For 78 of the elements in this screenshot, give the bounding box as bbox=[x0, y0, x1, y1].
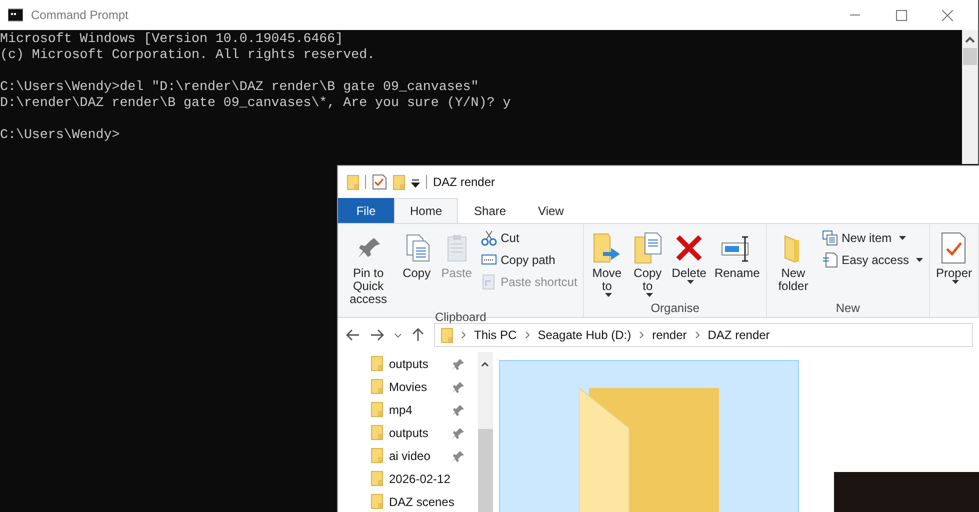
folder-icon bbox=[371, 471, 383, 486]
folder-icon bbox=[371, 494, 383, 509]
caret-icon bbox=[898, 236, 906, 240]
caret-icon bbox=[687, 280, 694, 284]
ribbon-button[interactable]: Pin to Quick access bbox=[341, 227, 396, 308]
caret-icon bbox=[916, 258, 923, 262]
console-line: Microsoft Windows [Version 10.0.19045.6466] bbox=[0, 31, 344, 47]
caret-icon bbox=[952, 280, 959, 284]
back-icon[interactable] bbox=[346, 329, 360, 341]
nav-item[interactable]: DAZ scenes bbox=[338, 490, 478, 512]
breadcrumb-item[interactable]: DAZ render bbox=[708, 326, 770, 344]
scroll-up-icon[interactable] bbox=[964, 36, 976, 44]
shortcut-icon bbox=[480, 274, 497, 290]
ribbon-button[interactable]: Cut bbox=[478, 227, 580, 249]
ribbon-button[interactable]: Easy access bbox=[818, 249, 926, 271]
nav-item[interactable]: outputs bbox=[338, 421, 478, 444]
chevron-icon bbox=[639, 331, 644, 339]
breadcrumb-item[interactable]: Seagate Hub (D:) bbox=[538, 326, 632, 344]
ribbon-button[interactable]: New item bbox=[818, 227, 926, 249]
group-label: Clipboard bbox=[434, 309, 488, 326]
maximize-icon bbox=[896, 10, 906, 20]
scrollbar[interactable] bbox=[962, 30, 978, 164]
dropdown-icon[interactable] bbox=[394, 332, 402, 338]
ribbon-button[interactable]: Copy path bbox=[478, 249, 580, 271]
folder-icon bbox=[371, 425, 383, 440]
ribbon-button[interactable]: Proper bbox=[932, 227, 975, 299]
file-menu-button[interactable]: File bbox=[338, 198, 394, 223]
console-line: D:\render\DAZ render\B gate 09_canvases\*, Are you sure (Y/N)? y bbox=[0, 95, 511, 111]
folder-icon bbox=[441, 328, 453, 342]
checklist-icon[interactable] bbox=[372, 174, 387, 190]
window-title: DAZ render bbox=[433, 174, 496, 191]
console-line: (c) Microsoft Corporation. All rights reserved. bbox=[0, 47, 376, 63]
ribbon-button[interactable]: Rename bbox=[711, 227, 763, 299]
ribbon-button[interactable]: Copy bbox=[398, 227, 436, 308]
chevron-icon bbox=[524, 331, 530, 339]
ribbon-button[interactable]: Move to bbox=[587, 227, 627, 299]
ribbon-button[interactable]: Delete bbox=[668, 227, 710, 299]
ribbon-tab[interactable]: View bbox=[522, 198, 580, 223]
forward-icon[interactable] bbox=[370, 329, 384, 341]
folder-icon bbox=[371, 448, 383, 463]
nav-item[interactable]: ai video bbox=[338, 444, 478, 467]
ribbon-button[interactable]: Copy to bbox=[628, 227, 667, 299]
scroll-up-icon[interactable] bbox=[480, 360, 490, 368]
close-icon bbox=[942, 10, 952, 20]
chevron-icon bbox=[461, 331, 466, 339]
folder-icon bbox=[371, 379, 383, 394]
folder-icon bbox=[347, 174, 359, 190]
scissors-icon bbox=[480, 230, 497, 246]
chevron-icon bbox=[694, 331, 700, 339]
folder-icon bbox=[393, 174, 405, 190]
ribbon-button[interactable]: New folder bbox=[770, 227, 817, 299]
nav-item[interactable]: Movies bbox=[338, 375, 478, 398]
caret-icon bbox=[604, 293, 612, 297]
console-line: C:\Users\Wendy>del "D:\render\DAZ render\B gate 09_canvases" bbox=[0, 79, 479, 95]
address-bar[interactable]: This PC Seagate Hub (D:) render DAZ render bbox=[434, 323, 973, 347]
ribbon-tab[interactable]: Share bbox=[458, 198, 522, 223]
document-icon bbox=[822, 252, 838, 268]
nav-item[interactable]: mp4 bbox=[338, 398, 478, 421]
console-line: C:\Users\Wendy> bbox=[0, 127, 120, 143]
breadcrumb-item[interactable]: This PC bbox=[474, 326, 517, 344]
folder-icon bbox=[371, 402, 383, 417]
group-label: Organise bbox=[650, 300, 700, 317]
folder-icon bbox=[371, 356, 383, 371]
scrollbar[interactable] bbox=[478, 352, 493, 512]
nav-item[interactable]: outputs bbox=[338, 352, 478, 375]
nav-item[interactable]: 2026-02-12 bbox=[338, 467, 478, 490]
scroll-thumb[interactable] bbox=[963, 48, 977, 65]
folder-tile[interactable] bbox=[499, 360, 799, 512]
new-item-icon bbox=[822, 230, 838, 246]
group-label: New bbox=[834, 300, 861, 317]
caret-icon[interactable] bbox=[411, 176, 420, 188]
copy-folder-icon bbox=[632, 232, 664, 264]
breadcrumb-item[interactable]: render bbox=[652, 326, 687, 344]
ribbon-tab[interactable]: Home bbox=[394, 198, 458, 223]
terminal-icon bbox=[8, 8, 23, 22]
caret-icon bbox=[646, 293, 653, 297]
window-title: Command Prompt bbox=[31, 7, 128, 24]
up-icon[interactable] bbox=[412, 328, 424, 342]
